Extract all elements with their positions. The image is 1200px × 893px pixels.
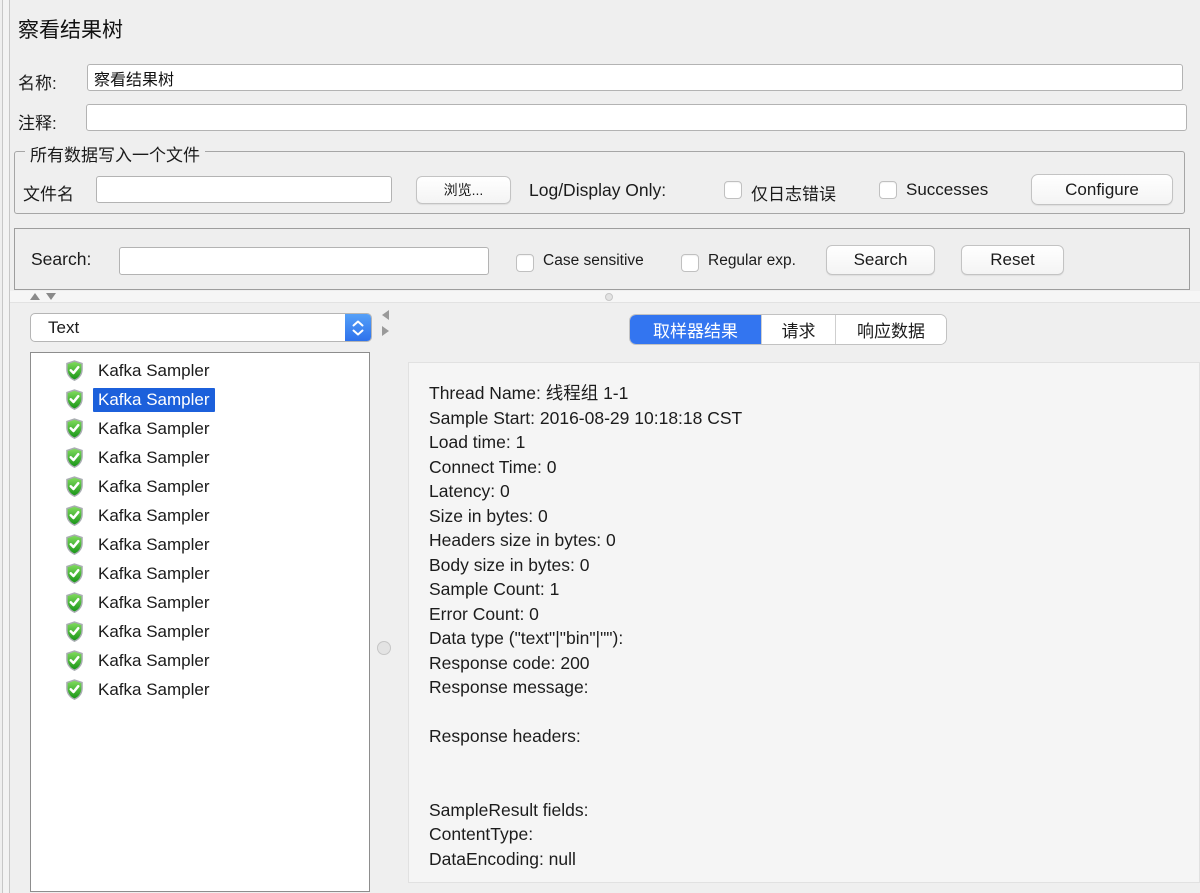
comment-label: 注释:	[18, 109, 57, 134]
tree-item[interactable]: Kafka Sampler	[31, 588, 369, 617]
name-input[interactable]	[87, 64, 1183, 91]
tree-item-label: Kafka Sampler	[93, 504, 215, 528]
tree-item[interactable]: Kafka Sampler	[31, 646, 369, 675]
search-label: Search:	[31, 249, 91, 270]
results-tree-list: Kafka Sampler Kafka Sampler Kafka Sampler K…	[30, 352, 370, 892]
log-display-only-label: Log/Display Only:	[529, 180, 666, 201]
triangle-right-icon[interactable]	[382, 326, 389, 336]
tree-item-label: Kafka Sampler	[93, 591, 215, 615]
up-down-chevron-icon	[345, 314, 371, 341]
tree-item-label: Kafka Sampler	[93, 359, 215, 383]
tab-request[interactable]: 请求	[762, 315, 836, 344]
tree-item[interactable]: Kafka Sampler	[31, 443, 369, 472]
result-tabs: 取样器结果请求响应数据	[630, 315, 946, 344]
case-sensitive-checkbox[interactable]	[516, 254, 534, 272]
view-mode-value: Text	[31, 318, 345, 338]
tree-item-label: Kafka Sampler	[93, 475, 215, 499]
search-panel: Search: Case sensitive Regular exp. Sear…	[14, 228, 1190, 290]
tree-item[interactable]: Kafka Sampler	[31, 617, 369, 646]
splitter-handle[interactable]	[605, 293, 613, 301]
sampler-result-text: Thread Name: 线程组 1-1 Sample Start: 2016-…	[409, 363, 1199, 871]
log-errors-only-checkbox[interactable]	[724, 181, 742, 199]
triangle-down-icon[interactable]	[46, 293, 56, 300]
regular-exp-label[interactable]: Regular exp.	[708, 252, 796, 270]
tree-item-label: Kafka Sampler	[93, 533, 215, 557]
page-title: 察看结果树	[18, 14, 123, 44]
window-frame-edge	[2, 0, 10, 893]
tree-item[interactable]: Kafka Sampler	[31, 414, 369, 443]
shield-check-icon	[64, 650, 85, 671]
shield-check-icon	[64, 418, 85, 439]
tree-item[interactable]: Kafka Sampler	[31, 530, 369, 559]
name-label: 名称:	[18, 69, 57, 94]
horizontal-splitter[interactable]	[10, 291, 1200, 303]
shield-check-icon	[64, 389, 85, 410]
filename-label: 文件名	[23, 180, 74, 205]
browse-button[interactable]: 浏览...	[416, 176, 511, 204]
successes-checkbox[interactable]	[879, 181, 897, 199]
shield-check-icon	[64, 505, 85, 526]
tree-item-label: Kafka Sampler	[93, 678, 215, 702]
sampler-result-pane[interactable]: Thread Name: 线程组 1-1 Sample Start: 2016-…	[408, 362, 1200, 883]
search-button[interactable]: Search	[826, 245, 935, 275]
write-results-to-file-legend: 所有数据写入一个文件	[25, 141, 205, 166]
tree-item[interactable]: Kafka Sampler	[31, 385, 369, 414]
tree-item-label: Kafka Sampler	[93, 620, 215, 644]
write-results-to-file-group: 所有数据写入一个文件 文件名 浏览... Log/Display Only: 仅…	[14, 151, 1185, 214]
shield-check-icon	[64, 621, 85, 642]
tab-response-data[interactable]: 响应数据	[836, 315, 946, 344]
shield-check-icon	[64, 476, 85, 497]
shield-check-icon	[64, 360, 85, 381]
case-sensitive-label[interactable]: Case sensitive	[543, 252, 644, 270]
reset-button[interactable]: Reset	[961, 245, 1064, 275]
tree-item-label: Kafka Sampler	[93, 417, 215, 441]
shield-check-icon	[64, 534, 85, 555]
search-input[interactable]	[119, 247, 489, 275]
view-results-tree-window: 察看结果树 名称: 注释: 所有数据写入一个文件 文件名 浏览... Log/D…	[0, 0, 1200, 893]
tree-item-label: Kafka Sampler	[93, 446, 215, 470]
filename-input[interactable]	[96, 176, 392, 203]
comment-input[interactable]	[86, 104, 1187, 131]
tree-item[interactable]: Kafka Sampler	[31, 472, 369, 501]
tree-item[interactable]: Kafka Sampler	[31, 356, 369, 385]
shield-check-icon	[64, 563, 85, 584]
successes-label[interactable]: Successes	[906, 180, 988, 200]
tab-sampler-result[interactable]: 取样器结果	[630, 315, 762, 344]
tree-item-label: Kafka Sampler	[93, 388, 215, 412]
shield-check-icon	[64, 679, 85, 700]
tree-item[interactable]: Kafka Sampler	[31, 501, 369, 530]
tree-item[interactable]: Kafka Sampler	[31, 559, 369, 588]
triangle-up-icon[interactable]	[30, 293, 40, 300]
tree-item-label: Kafka Sampler	[93, 649, 215, 673]
regular-exp-checkbox[interactable]	[681, 254, 699, 272]
vertical-splitter-handle[interactable]	[377, 641, 391, 655]
tree-item[interactable]: Kafka Sampler	[31, 675, 369, 704]
triangle-left-icon[interactable]	[382, 310, 389, 320]
configure-button[interactable]: Configure	[1031, 174, 1173, 205]
tree-item-label: Kafka Sampler	[93, 562, 215, 586]
log-errors-only-label[interactable]: 仅日志错误	[751, 180, 836, 205]
view-mode-select[interactable]: Text	[30, 313, 372, 342]
shield-check-icon	[64, 592, 85, 613]
shield-check-icon	[64, 447, 85, 468]
